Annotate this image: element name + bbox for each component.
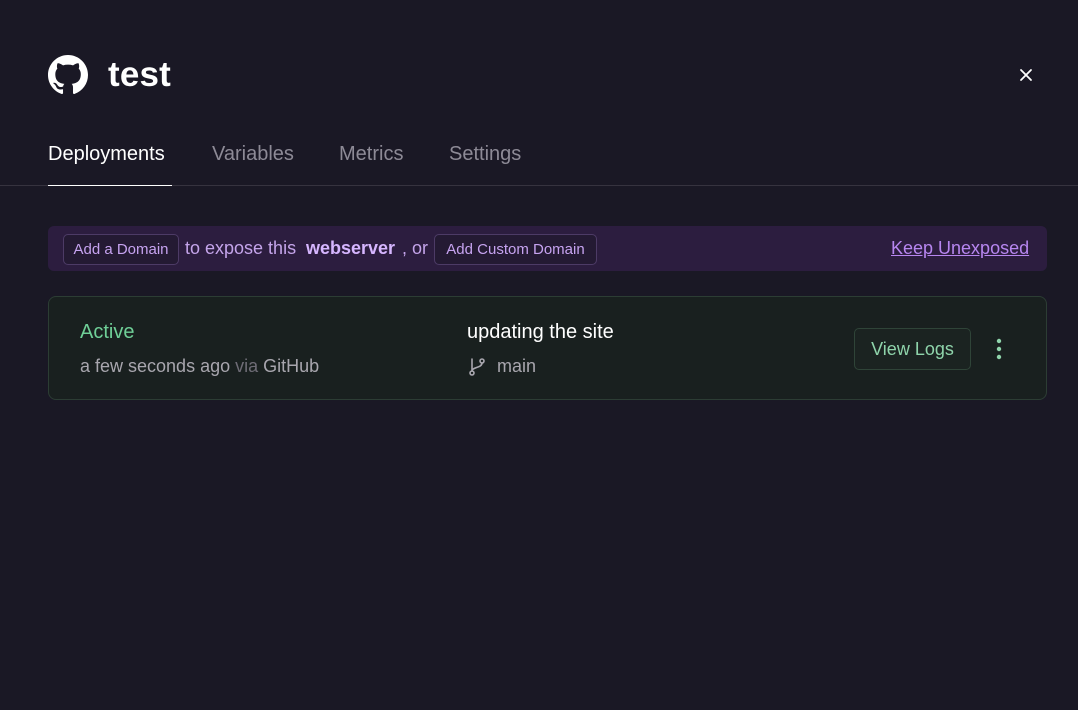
add-custom-domain-button[interactable]: Add Custom Domain bbox=[434, 234, 597, 265]
commit-message: updating the site bbox=[467, 321, 614, 343]
banner-service-name: webserver bbox=[306, 238, 396, 258]
tab-bar: Deployments Variables Metrics Settings bbox=[0, 140, 1078, 186]
deployment-source: GitHub bbox=[263, 356, 320, 376]
branch-name: main bbox=[497, 356, 537, 376]
tab-deployments[interactable]: Deployments bbox=[48, 143, 172, 186]
github-icon bbox=[48, 55, 88, 95]
service-header: test bbox=[48, 55, 171, 95]
more-vertical-icon bbox=[996, 338, 1002, 360]
banner-text-or: , or bbox=[402, 238, 429, 258]
domain-banner: Add a Domain to expose this webserver , … bbox=[48, 226, 1047, 271]
deployment-via: via bbox=[235, 356, 259, 376]
more-options-button[interactable] bbox=[987, 336, 1011, 362]
deployment-card[interactable]: Active a few seconds ago via GitHub upda… bbox=[48, 296, 1047, 400]
git-branch-icon bbox=[467, 357, 487, 377]
deployment-status: Active bbox=[80, 321, 135, 343]
banner-text: to expose this bbox=[185, 238, 297, 258]
keep-unexposed-link[interactable]: Keep Unexposed bbox=[891, 238, 1029, 259]
add-domain-button[interactable]: Add a Domain bbox=[63, 234, 179, 265]
close-icon bbox=[1019, 68, 1033, 82]
deployment-time-text: a few seconds ago bbox=[80, 356, 231, 376]
tab-metrics[interactable]: Metrics bbox=[339, 143, 403, 186]
tab-variables[interactable]: Variables bbox=[212, 143, 294, 186]
tab-settings[interactable]: Settings bbox=[449, 143, 521, 186]
service-panel: test Deployments Variables Metrics Setti… bbox=[0, 0, 1078, 710]
view-logs-button[interactable]: View Logs bbox=[854, 328, 971, 370]
branch-info: main bbox=[467, 356, 536, 377]
close-button[interactable] bbox=[1014, 63, 1038, 87]
deployment-time: a few seconds ago via GitHub bbox=[80, 356, 319, 377]
service-title: test bbox=[108, 55, 172, 94]
